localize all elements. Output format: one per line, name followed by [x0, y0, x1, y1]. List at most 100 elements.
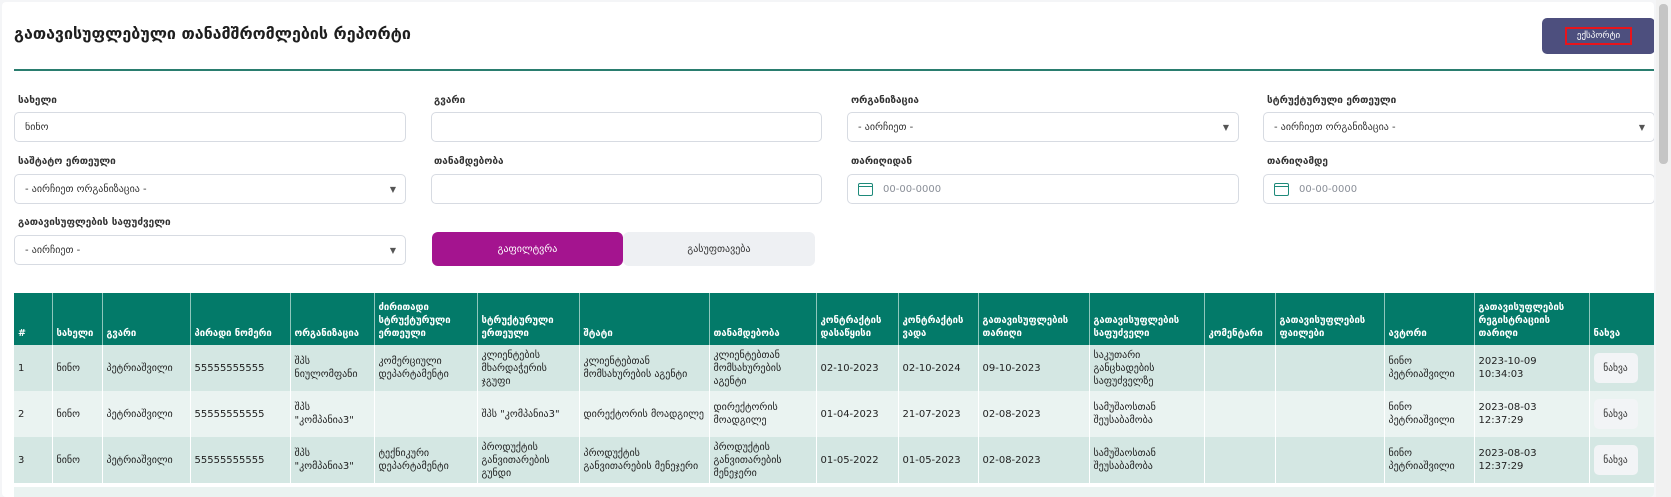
row-number: 3	[14, 437, 53, 483]
export-button[interactable]: ექსპორტი	[1542, 18, 1654, 54]
cell-release-basis: საკუთარი განცხადების საფუძველზე	[1089, 345, 1205, 391]
column-header: გათავისუფლების რეგისტრაციის თარიღი	[1474, 293, 1590, 345]
date-to-placeholder: 00-00-0000	[1299, 183, 1358, 195]
position-label: თანამდებობა	[434, 156, 504, 167]
release-basis-label: გათავისუფლების საფუძველი	[18, 217, 171, 228]
cell-personal-id: 55555555555	[190, 437, 291, 483]
cell-contract-end: 21-07-2023	[898, 391, 979, 437]
column-header: კომენტარი	[1204, 293, 1276, 345]
surname-input[interactable]	[431, 112, 822, 142]
cell-surname: პეტრიაშვილი	[102, 345, 191, 391]
cell-contract-end: 01-05-2023	[898, 437, 979, 483]
cell-files	[1275, 391, 1385, 437]
cell-files	[1275, 345, 1385, 391]
cell-author: ნინო პეტრიაშვილი	[1384, 391, 1475, 437]
date-to-label: თარიღამდე	[1267, 156, 1328, 167]
results-table: # სახელი გვარი პირადი ნომერი ორგანიზაცია…	[14, 293, 1654, 483]
date-from-placeholder: 00-00-0000	[883, 183, 942, 195]
organization-select-value: - აირჩიეთ -	[858, 121, 914, 133]
position-input-text[interactable]	[442, 183, 821, 195]
cell-position: პროდუქტის განვითარების მენეჯერი	[709, 437, 817, 483]
chevron-down-icon: ▼	[1638, 123, 1645, 132]
release-basis-select[interactable]: - აირჩიეთ - ▼	[14, 235, 406, 265]
filter-button[interactable]: გაფილტვრა	[432, 232, 623, 266]
column-header: ნახვა	[1589, 293, 1654, 345]
staff-unit-label: საშტატო ერთეული	[18, 156, 116, 167]
column-header: ორგანიზაცია	[290, 293, 375, 345]
cell-organization: შპს "კომპანია3"	[290, 391, 375, 437]
cell-main-unit	[374, 391, 478, 437]
chevron-down-icon: ▼	[389, 246, 396, 255]
column-header: გვარი	[102, 293, 191, 345]
name-label: სახელი	[18, 95, 57, 106]
column-header: ძირითადი სტრუქტურული ერთეული	[374, 293, 478, 345]
chevron-down-icon: ▼	[1222, 123, 1229, 132]
export-button-label: ექსპორტი	[1564, 27, 1633, 45]
staff-unit-select-value: - აირჩიეთ ორგანიზაცია -	[25, 183, 147, 195]
structural-unit-select-value: - აირჩიეთ ორგანიზაცია -	[1274, 121, 1396, 133]
calendar-icon	[1274, 182, 1289, 196]
structural-unit-label: სტრუქტურული ერთეული	[1267, 95, 1397, 106]
position-input[interactable]	[431, 174, 822, 204]
table-footer-strip	[14, 487, 1654, 497]
view-button[interactable]: ნახვა	[1593, 353, 1638, 383]
view-button[interactable]: ნახვა	[1593, 445, 1638, 475]
cell-release-basis: სამუშაოსთან შეუსაბამობა	[1089, 437, 1205, 483]
date-from-input[interactable]: 00-00-0000	[847, 174, 1239, 204]
cell-view: ნახვა	[1589, 437, 1654, 483]
page-scrollbar[interactable]	[1656, 0, 1671, 497]
cell-name: ნინო	[52, 437, 103, 483]
column-header: გათავისუფლების ფაილები	[1275, 293, 1385, 345]
cell-contract-end: 02-10-2024	[898, 345, 979, 391]
cell-comment	[1204, 345, 1276, 391]
cell-position: დირექტორის მოადგილე	[709, 391, 817, 437]
cell-release-date: 02-08-2023	[978, 437, 1090, 483]
date-to-input[interactable]: 00-00-0000	[1263, 174, 1654, 204]
cell-author: ნინო პეტრიაშვილი	[1384, 345, 1475, 391]
cell-name: ნინო	[52, 345, 103, 391]
column-header: შტატი	[579, 293, 710, 345]
cell-files	[1275, 437, 1385, 483]
view-button[interactable]: ნახვა	[1593, 399, 1638, 429]
cell-view: ნახვა	[1589, 391, 1654, 437]
clear-button[interactable]: გასუფთავება	[623, 232, 815, 266]
cell-organization: შპს "კომპანია3"	[290, 437, 375, 483]
column-header: გათავისუფლების საფუძველი	[1089, 293, 1205, 345]
column-header: პირადი ნომერი	[190, 293, 291, 345]
column-header: გათავისუფლების თარიღი	[978, 293, 1090, 345]
cell-staff: კლიენტებთან მომსახურების აგენტი	[579, 345, 710, 391]
table-header-row: # სახელი გვარი პირადი ნომერი ორგანიზაცია…	[14, 293, 1654, 345]
cell-organization: შპს ნიულომფანი	[290, 345, 375, 391]
surname-input-text[interactable]	[442, 121, 821, 133]
scrollbar-thumb[interactable]	[1659, 4, 1668, 164]
cell-comment	[1204, 391, 1276, 437]
cell-personal-id: 55555555555	[190, 391, 291, 437]
cell-staff: დირექტორის მოადგილე	[579, 391, 710, 437]
cell-registration-date: 2023-10-09 10:34:03	[1474, 345, 1590, 391]
name-input-text[interactable]	[25, 121, 405, 133]
date-from-label: თარიღიდან	[851, 156, 913, 167]
cell-view: ნახვა	[1589, 345, 1654, 391]
cell-unit: კლიენტების მხარდაჭერის ჯგუფი	[477, 345, 580, 391]
cell-surname: პეტრიაშვილი	[102, 437, 191, 483]
structural-unit-select[interactable]: - აირჩიეთ ორგანიზაცია - ▼	[1263, 112, 1654, 142]
row-number: 2	[14, 391, 53, 437]
column-header: კონტრაქტის ვადა	[898, 293, 979, 345]
table-row: 2 ნინო პეტრიაშვილი 55555555555 შპს "კომპ…	[14, 391, 1654, 437]
column-header: თანამდებობა	[709, 293, 817, 345]
column-header: სტრუქტურული ერთეული	[477, 293, 580, 345]
cell-registration-date: 2023-08-03 12:37:29	[1474, 391, 1590, 437]
calendar-icon	[858, 182, 873, 196]
cell-staff: პროდუქტის განვითარების მენეჯერი	[579, 437, 710, 483]
cell-name: ნინო	[52, 391, 103, 437]
cell-unit: პროდუქტის განვითარების გუნდი	[477, 437, 580, 483]
header-divider	[14, 69, 1654, 71]
staff-unit-select[interactable]: - აირჩიეთ ორგანიზაცია - ▼	[14, 174, 406, 204]
name-input[interactable]	[14, 112, 406, 142]
cell-contract-start: 01-05-2022	[816, 437, 899, 483]
cell-position: კლიენტებთან მომსახურების აგენტი	[709, 345, 817, 391]
surname-label: გვარი	[434, 95, 466, 106]
cell-unit: შპს "კომპანია3"	[477, 391, 580, 437]
column-header: #	[14, 293, 53, 345]
organization-select[interactable]: - აირჩიეთ - ▼	[847, 112, 1239, 142]
